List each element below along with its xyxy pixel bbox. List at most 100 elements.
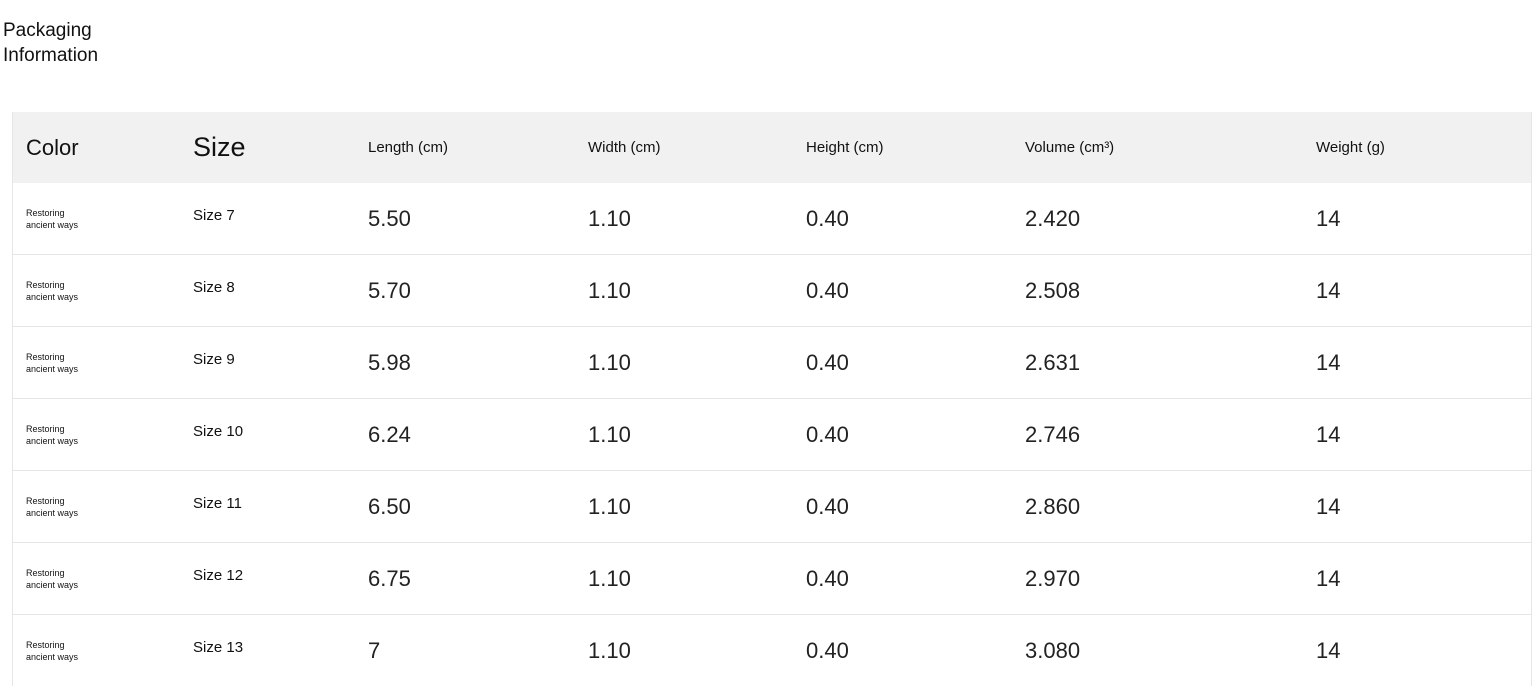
table-row: Restoring ancient ways Size 12 6.75 1.10 0.4… [13, 543, 1531, 615]
color-value: Restoring ancient ways [26, 351, 79, 374]
cell-length: 5.98 [362, 350, 581, 376]
width-value: 1.10 [588, 565, 631, 591]
length-value: 7 [368, 637, 381, 663]
width-value: 1.10 [588, 349, 631, 375]
length-value: 5.50 [368, 205, 411, 231]
header-weight: Weight (g) [1316, 139, 1385, 156]
cell-color: Restoring ancient ways [13, 207, 180, 231]
weight-value: 14 [1316, 349, 1341, 375]
cell-weight: 14 [1306, 422, 1531, 448]
table-header: Color Size Length (cm) Width (cm) Height… [13, 112, 1531, 183]
height-value: 0.40 [806, 349, 849, 375]
height-value: 0.40 [806, 277, 849, 303]
volume-value: 2.860 [1025, 493, 1081, 519]
cell-height: 0.40 [799, 494, 1017, 520]
cell-volume: 2.746 [1017, 422, 1306, 448]
size-value: Size 7 [193, 207, 235, 224]
header-volume: Volume (cm³) [1025, 139, 1115, 156]
color-value: Restoring ancient ways [26, 639, 79, 662]
cell-length: 7 [362, 638, 581, 664]
cell-width: 1.10 [581, 566, 799, 592]
cell-color: Restoring ancient ways [13, 495, 180, 519]
table-row: Restoring ancient ways Size 9 5.98 1.10 0.40… [13, 327, 1531, 399]
cell-volume: 2.860 [1017, 494, 1306, 520]
header-height: Height (cm) [806, 139, 884, 156]
weight-value: 14 [1316, 421, 1341, 447]
cell-volume: 2.420 [1017, 206, 1306, 232]
cell-weight: 14 [1306, 566, 1531, 592]
length-value: 6.24 [368, 421, 411, 447]
length-value: 5.98 [368, 349, 411, 375]
table-row: Restoring ancient ways Size 10 6.24 1.10 0.4… [13, 399, 1531, 471]
cell-color: Restoring ancient ways [13, 639, 180, 663]
color-value: Restoring ancient ways [26, 495, 79, 518]
cell-length: 6.75 [362, 566, 581, 592]
volume-value: 2.508 [1025, 277, 1081, 303]
cell-height: 0.40 [799, 422, 1017, 448]
cell-weight: 14 [1306, 494, 1531, 520]
cell-width: 1.10 [581, 494, 799, 520]
cell-size: Size 7 [180, 207, 362, 224]
volume-value: 2.970 [1025, 565, 1081, 591]
cell-weight: 14 [1306, 350, 1531, 376]
weight-value: 14 [1316, 493, 1341, 519]
cell-length: 5.50 [362, 206, 581, 232]
cell-width: 1.10 [581, 638, 799, 664]
volume-value: 2.420 [1025, 205, 1081, 231]
cell-size: Size 13 [180, 639, 362, 656]
height-value: 0.40 [806, 421, 849, 447]
volume-value: 2.631 [1025, 349, 1081, 375]
color-value: Restoring ancient ways [26, 423, 79, 446]
width-value: 1.10 [588, 421, 631, 447]
cell-color: Restoring ancient ways [13, 567, 180, 591]
page-title: Packaging Information [3, 20, 99, 66]
width-value: 1.10 [588, 637, 631, 663]
height-value: 0.40 [806, 205, 849, 231]
cell-size: Size 8 [180, 279, 362, 296]
weight-value: 14 [1316, 277, 1341, 303]
cell-size: Size 12 [180, 567, 362, 584]
table-row: Restoring ancient ways Size 8 5.70 1.10 0.40… [13, 255, 1531, 327]
cell-length: 6.50 [362, 494, 581, 520]
cell-width: 1.10 [581, 278, 799, 304]
weight-value: 14 [1316, 637, 1341, 663]
length-value: 6.75 [368, 565, 411, 591]
size-value: Size 8 [193, 279, 235, 296]
weight-value: 14 [1316, 205, 1341, 231]
cell-height: 0.40 [799, 566, 1017, 592]
height-value: 0.40 [806, 493, 849, 519]
header-size: Size [193, 132, 246, 162]
table-row: Restoring ancient ways Size 13 7 1.10 0.40 3.… [13, 615, 1531, 686]
cell-color: Restoring ancient ways [13, 351, 180, 375]
header-color: Color [26, 134, 79, 160]
packaging-table: Color Size Length (cm) Width (cm) Height… [12, 112, 1532, 686]
height-value: 0.40 [806, 565, 849, 591]
cell-height: 0.40 [799, 206, 1017, 232]
cell-volume: 2.631 [1017, 350, 1306, 376]
width-value: 1.10 [588, 493, 631, 519]
size-value: Size 12 [193, 567, 244, 584]
cell-length: 6.24 [362, 422, 581, 448]
cell-height: 0.40 [799, 278, 1017, 304]
cell-volume: 3.080 [1017, 638, 1306, 664]
cell-color: Restoring ancient ways [13, 279, 180, 303]
width-value: 1.10 [588, 277, 631, 303]
cell-size: Size 10 [180, 423, 362, 440]
cell-size: Size 11 [180, 495, 362, 512]
size-value: Size 10 [193, 423, 244, 440]
cell-width: 1.10 [581, 422, 799, 448]
weight-value: 14 [1316, 565, 1341, 591]
volume-value: 2.746 [1025, 421, 1081, 447]
cell-weight: 14 [1306, 638, 1531, 664]
length-value: 6.50 [368, 493, 411, 519]
table-row: Restoring ancient ways Size 11 6.50 1.10 0.4… [13, 471, 1531, 543]
cell-width: 1.10 [581, 350, 799, 376]
color-value: Restoring ancient ways [26, 207, 79, 230]
cell-height: 0.40 [799, 350, 1017, 376]
cell-width: 1.10 [581, 206, 799, 232]
size-value: Size 13 [193, 639, 244, 656]
cell-color: Restoring ancient ways [13, 423, 180, 447]
cell-weight: 14 [1306, 278, 1531, 304]
cell-volume: 2.508 [1017, 278, 1306, 304]
cell-volume: 2.970 [1017, 566, 1306, 592]
